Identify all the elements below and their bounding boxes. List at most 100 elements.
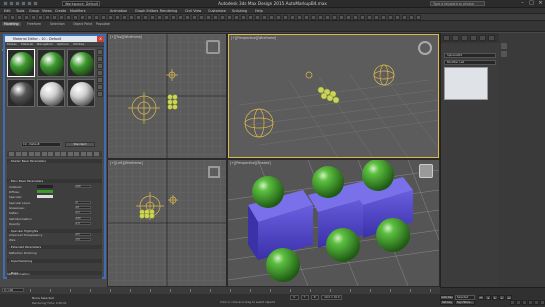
toolbar-button-icon[interactable] <box>185 15 190 20</box>
material-tool-icon[interactable] <box>67 152 73 156</box>
rollout-header[interactable]: - Blinn Basic Parameters <box>7 179 102 183</box>
next-frame-icon[interactable]: ▸ <box>499 295 505 300</box>
go-to-start-icon[interactable]: ⏮ <box>478 295 484 300</box>
key-filters-button[interactable]: Key Filters... <box>455 300 475 305</box>
ribbon-tab[interactable]: Selection <box>48 22 67 26</box>
toolbar-button-icon[interactable] <box>262 15 267 20</box>
param-spinner[interactable]: 10 <box>75 206 91 209</box>
toolbar-button-icon[interactable] <box>416 15 421 20</box>
toolbar-button-icon[interactable] <box>80 15 85 20</box>
toolbar-button-icon[interactable] <box>171 15 176 20</box>
material-tool-icon[interactable] <box>28 152 34 156</box>
material-slot[interactable] <box>7 49 35 77</box>
toolbar-button-icon[interactable] <box>143 15 148 20</box>
configure-sets-icon[interactable] <box>501 51 507 57</box>
toolbar-button-icon[interactable] <box>38 15 43 20</box>
toolbar-button-icon[interactable] <box>339 15 344 20</box>
toolbar-button-icon[interactable] <box>374 15 379 20</box>
y-coord-field[interactable]: Y: <box>300 295 309 300</box>
material-tool-icon[interactable] <box>9 152 14 156</box>
toolbar-button-icon[interactable] <box>304 15 309 20</box>
open-icon[interactable] <box>15 1 20 6</box>
pan-icon[interactable] <box>534 300 539 305</box>
pin-stack-icon[interactable] <box>501 43 507 49</box>
search-input[interactable]: Type a keyword or phrase <box>430 1 485 6</box>
material-tool-icon[interactable] <box>54 152 60 156</box>
redo-icon[interactable] <box>33 1 38 6</box>
toolbar-button-icon[interactable] <box>136 15 141 20</box>
toolbar-button-icon[interactable] <box>10 15 15 20</box>
viewport-perspective-wire[interactable]: [+][Perspective][Wireframe] <box>228 34 439 158</box>
ribbon-tab[interactable]: Freeform <box>25 22 43 26</box>
orbit-icon[interactable] <box>540 300 545 305</box>
viewport-top[interactable]: [+][Top][Wireframe] <box>108 34 226 158</box>
param-spinner[interactable]: 100 <box>75 185 91 188</box>
set-key-button[interactable]: Set Key <box>440 300 454 305</box>
viewport-perspective-shaded[interactable]: [+][Perspective][Shaded] <box>228 160 439 286</box>
toolbar-button-icon[interactable] <box>220 15 225 20</box>
backlight-icon[interactable] <box>97 56 103 62</box>
menu-item[interactable]: Views <box>42 9 52 13</box>
toolbar-button-icon[interactable] <box>122 15 127 20</box>
motion-tab-icon[interactable] <box>470 35 477 41</box>
previous-frame-icon[interactable]: ◂ <box>485 295 491 300</box>
display-tab-icon[interactable] <box>479 35 486 41</box>
background-icon[interactable] <box>97 63 103 69</box>
material-tool-icon[interactable] <box>22 152 27 156</box>
object-name-field[interactable]: Sphere001 <box>444 53 496 58</box>
material-slot[interactable] <box>67 79 95 107</box>
field-of-view-icon[interactable] <box>528 300 533 305</box>
modifier-list-dropdown[interactable]: Modifier List <box>444 60 496 65</box>
material-tool-icon[interactable] <box>41 152 47 156</box>
material-tool-icon[interactable] <box>80 152 86 156</box>
viewport-left[interactable]: [+][Left][Wireframe] <box>108 160 226 286</box>
toolbar-button-icon[interactable] <box>325 15 330 20</box>
toolbar-button-icon[interactable] <box>381 15 386 20</box>
ribbon-tab[interactable]: Object Paint <box>71 22 94 26</box>
toolbar-button-icon[interactable] <box>206 15 211 20</box>
toolbar-button-icon[interactable] <box>311 15 316 20</box>
app-menu-icon[interactable] <box>3 1 8 6</box>
uv-tiling-icon[interactable] <box>97 70 103 76</box>
toolbar-button-icon[interactable] <box>367 15 372 20</box>
toolbar-button-icon[interactable] <box>94 15 99 20</box>
time-slider[interactable]: 0 / 100 <box>2 288 24 292</box>
toolbar-button-icon[interactable] <box>409 15 414 20</box>
material-tool-icon[interactable] <box>93 152 99 156</box>
toolbar-button-icon[interactable] <box>360 15 365 20</box>
menu-item[interactable]: Graph Editors <box>135 9 158 13</box>
material-tool-icon[interactable] <box>35 152 40 156</box>
x-coord-field[interactable]: X: <box>290 295 299 300</box>
material-tool-icon[interactable] <box>87 152 92 156</box>
param-spinner[interactable]: 0.1 <box>75 211 91 214</box>
toolbar-button-icon[interactable] <box>150 15 155 20</box>
material-type-button[interactable]: Standard <box>65 142 95 147</box>
toolbar-button-icon[interactable] <box>115 15 120 20</box>
toolbar-button-icon[interactable] <box>227 15 232 20</box>
toolbar-button-icon[interactable] <box>129 15 134 20</box>
toolbar-button-icon[interactable] <box>45 15 50 20</box>
toolbar-button-icon[interactable] <box>346 15 351 20</box>
color-swatch[interactable] <box>37 185 53 188</box>
toolbar-button-icon[interactable] <box>402 15 407 20</box>
toolbar-button-icon[interactable] <box>269 15 274 20</box>
zoom-extents-icon[interactable] <box>522 300 527 305</box>
toolbar-button-icon[interactable] <box>395 15 400 20</box>
menu-item[interactable]: Create <box>55 9 66 13</box>
toolbar-button-icon[interactable] <box>199 15 204 20</box>
param-spinner[interactable]: 3.0 <box>75 238 91 241</box>
ribbon-tab[interactable]: Modeling <box>2 22 21 26</box>
utilities-tab-icon[interactable] <box>488 35 495 41</box>
material-slot[interactable] <box>37 79 65 107</box>
param-spinner[interactable]: 100 <box>75 217 91 220</box>
material-slot[interactable] <box>7 79 35 107</box>
material-menu-item[interactable]: Utilities <box>73 42 84 46</box>
toolbar-button-icon[interactable] <box>318 15 323 20</box>
material-menu-item[interactable]: Modes <box>7 42 17 46</box>
param-spinner[interactable]: 1.0 <box>75 222 91 225</box>
menu-item[interactable]: Customize <box>208 9 226 13</box>
menu-item[interactable]: Civil View <box>185 9 201 13</box>
toolbar-button-icon[interactable] <box>192 15 197 20</box>
menu-item[interactable]: Animation <box>110 9 127 13</box>
timeline[interactable]: 0 / 100 <box>0 287 440 294</box>
